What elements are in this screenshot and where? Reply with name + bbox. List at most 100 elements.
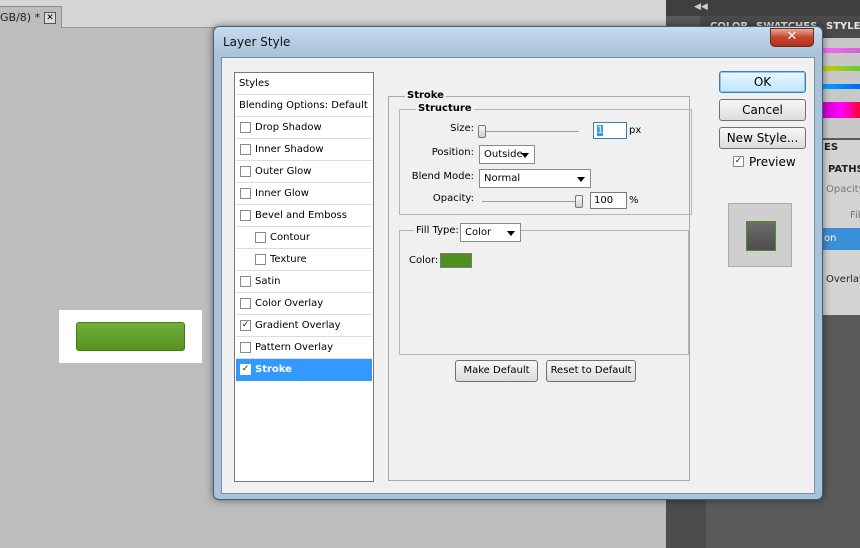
style-list-item[interactable]: ✓ Gradient Overlay <box>236 315 372 337</box>
style-checkbox[interactable] <box>240 122 251 133</box>
position-select[interactable]: Outside <box>479 145 535 164</box>
tab-styles[interactable]: STYLES <box>826 21 860 32</box>
size-input[interactable]: 1 <box>593 122 627 139</box>
stroke-panel: Stroke Structure Size: 1 px Position: Ou… <box>388 90 692 481</box>
style-list-label: Contour <box>270 232 310 243</box>
style-list-item[interactable]: ✓ Stroke <box>236 359 372 381</box>
color-slider[interactable] <box>822 48 860 53</box>
style-checkbox[interactable] <box>240 188 251 199</box>
opacity-slider-track[interactable] <box>482 201 579 202</box>
overlay-label: Overlay <box>826 274 860 285</box>
style-list-label: Outer Glow <box>255 166 312 177</box>
blend-mode-value: Normal <box>484 173 521 184</box>
reset-to-default-button[interactable]: Reset to Default <box>546 360 636 382</box>
color-slider[interactable] <box>822 84 860 89</box>
size-slider-handle[interactable] <box>478 125 486 138</box>
opacity-unit: % <box>629 195 639 206</box>
style-list-item[interactable]: Styles <box>236 73 372 95</box>
blend-mode-select[interactable]: Normal <box>479 169 591 188</box>
style-checkbox[interactable] <box>255 254 266 265</box>
tab-paths[interactable]: PATHS <box>828 164 860 175</box>
layer-button-preview <box>76 322 185 351</box>
style-checkbox[interactable] <box>240 276 251 287</box>
style-checkbox[interactable] <box>240 342 251 353</box>
style-list-label: Texture <box>270 254 307 265</box>
opacity-input[interactable]: 100 <box>590 192 627 209</box>
style-list-label: Bevel and Emboss <box>255 210 347 221</box>
style-list-label: Drop Shadow <box>255 122 322 133</box>
size-label: Size: <box>450 123 474 134</box>
style-list-item[interactable]: Outer Glow <box>236 161 372 183</box>
color-sliders-panel <box>822 38 860 138</box>
style-checkbox[interactable] <box>255 232 266 243</box>
style-list-item[interactable]: Contour <box>236 227 372 249</box>
new-style-button[interactable]: New Style... <box>719 127 806 149</box>
fill-type-select[interactable]: Color <box>460 223 521 242</box>
document-tab[interactable]: GB/8) * ✕ <box>0 6 62 28</box>
style-list-label: Stroke <box>255 364 292 375</box>
style-preview-swatch <box>746 221 776 251</box>
style-checkbox[interactable]: ✓ <box>240 320 251 331</box>
document-tab-label: GB/8) * <box>0 11 41 24</box>
close-icon[interactable]: ✕ <box>44 12 56 24</box>
styles-list: Styles Blending Options: Default Drop Shad… <box>234 72 374 482</box>
selected-layer-row[interactable]: on <box>822 228 860 250</box>
structure-title: Structure <box>416 103 474 114</box>
style-list-label: Inner Glow <box>255 188 309 199</box>
close-icon: ✕ <box>786 29 798 44</box>
stroke-title: Stroke <box>405 90 446 101</box>
style-list-label: Inner Shadow <box>255 144 324 155</box>
dialog-title: Layer Style <box>223 35 291 49</box>
size-slider-track[interactable] <box>482 131 579 132</box>
chevron-down-icon <box>577 177 585 182</box>
opacity-label: Opacity: <box>432 193 474 204</box>
style-list-item[interactable]: Pattern Overlay <box>236 337 372 359</box>
style-list-label: Gradient Overlay <box>255 320 341 331</box>
size-value: 1 <box>597 125 604 136</box>
chevron-down-icon <box>507 231 515 236</box>
style-list-label: Satin <box>255 276 281 287</box>
style-checkbox[interactable]: ✓ <box>240 364 251 375</box>
structure-group: Structure Size: 1 px Position: Outside B… <box>399 103 692 215</box>
close-button[interactable]: ✕ <box>770 28 814 47</box>
style-list-label: Pattern Overlay <box>255 342 334 353</box>
style-list-item[interactable]: Inner Shadow <box>236 139 372 161</box>
style-checkbox[interactable] <box>240 144 251 155</box>
style-list-item[interactable]: Texture <box>236 249 372 271</box>
style-list-item[interactable]: Color Overlay <box>236 293 372 315</box>
color-slider[interactable] <box>822 66 860 71</box>
stroke-color-swatch[interactable] <box>440 253 472 268</box>
position-value: Outside <box>484 149 523 160</box>
style-list-label: Styles <box>239 78 270 89</box>
color-label: Color: <box>409 255 439 266</box>
dialog-body: Styles Blending Options: Default Drop Shad… <box>221 57 815 494</box>
style-list-item[interactable]: Drop Shadow <box>236 117 372 139</box>
layer-style-dialog: Layer Style ✕ Styles Blending Options: De… <box>213 26 823 500</box>
ok-button[interactable]: OK <box>719 71 806 93</box>
preview-checkbox[interactable]: ✓ <box>733 156 744 167</box>
dock-collapse-bar[interactable]: ◀◀ <box>666 0 860 16</box>
style-list-item[interactable]: Blending Options: Default <box>236 95 372 117</box>
style-checkbox[interactable] <box>240 210 251 221</box>
tab-es[interactable]: ES <box>824 142 838 153</box>
collapse-icon[interactable]: ◀◀ <box>694 2 708 12</box>
opacity-value: 100 <box>594 195 614 206</box>
style-list-label: Color Overlay <box>255 298 324 309</box>
opacity-slider-handle[interactable] <box>575 195 583 208</box>
dialog-titlebar[interactable] <box>214 27 822 55</box>
style-list-item[interactable]: Satin <box>236 271 372 293</box>
fill-type-value: Color <box>465 227 492 238</box>
fill-type-group: Fill Type: Color Color: <box>399 223 689 355</box>
make-default-button[interactable]: Make Default <box>455 360 538 382</box>
size-unit: px <box>629 125 642 136</box>
preview-label: Preview <box>749 155 796 169</box>
fill-label: Fill <box>850 210 860 221</box>
style-checkbox[interactable] <box>240 166 251 177</box>
cancel-button[interactable]: Cancel <box>719 99 806 121</box>
style-list-item[interactable]: Bevel and Emboss <box>236 205 372 227</box>
color-ramp[interactable] <box>822 102 860 118</box>
position-label: Position: <box>431 147 474 158</box>
style-checkbox[interactable] <box>240 298 251 309</box>
selected-layer-label: on <box>824 233 837 244</box>
style-list-item[interactable]: Inner Glow <box>236 183 372 205</box>
